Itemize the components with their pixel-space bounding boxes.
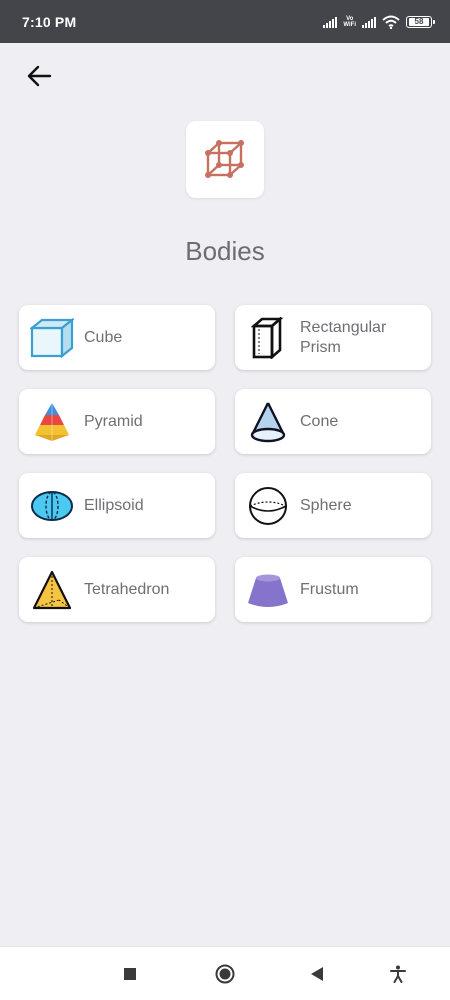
arrow-left-icon bbox=[27, 65, 52, 87]
circle-icon bbox=[215, 964, 235, 984]
body-label: Ellipsoid bbox=[84, 496, 144, 514]
body-card-cube[interactable]: Cube bbox=[19, 305, 215, 370]
vowifi-label-wifi: WiFi bbox=[343, 21, 356, 28]
pyramid-icon bbox=[30, 400, 74, 444]
vowifi-icon: Vo WiFi bbox=[343, 16, 356, 28]
signal-icon bbox=[323, 16, 338, 28]
body-label: Sphere bbox=[300, 496, 352, 514]
frustum-icon bbox=[246, 568, 290, 612]
page-title: Bodies bbox=[185, 236, 265, 266]
recents-button[interactable] bbox=[110, 947, 150, 1000]
body-card-tetrahedron[interactable]: Tetrahedron bbox=[19, 557, 215, 622]
status-time: 7:10 PM bbox=[22, 13, 77, 30]
body-card-ellipsoid[interactable]: Ellipsoid bbox=[19, 473, 215, 538]
body-card-rectangular-prism[interactable]: Rectangular Prism bbox=[235, 305, 431, 370]
status-icons: Vo WiFi 58 bbox=[323, 15, 435, 29]
body-label: Pyramid bbox=[84, 412, 143, 430]
back-nav-button[interactable] bbox=[297, 947, 337, 1000]
square-icon bbox=[124, 968, 136, 980]
status-bar: 7:10 PM Vo WiFi 58 bbox=[0, 0, 450, 43]
wireframe-cube-icon bbox=[205, 139, 244, 178]
sphere-icon bbox=[246, 484, 290, 528]
body-label: Rectangular Prism bbox=[300, 318, 387, 356]
rectangular-prism-icon bbox=[246, 316, 290, 360]
body-card-cone[interactable]: Cone bbox=[235, 389, 431, 454]
tetrahedron-icon bbox=[30, 568, 74, 612]
bodies-grid: Cube Rectangular Prism Pyramid Cone Elli… bbox=[19, 305, 431, 622]
system-nav-bar bbox=[0, 946, 450, 1000]
body-card-frustum[interactable]: Frustum bbox=[235, 557, 431, 622]
category-icon-box bbox=[186, 121, 264, 198]
wifi-icon bbox=[382, 15, 400, 29]
battery-icon: 58 bbox=[406, 15, 435, 28]
ellipsoid-icon bbox=[30, 484, 74, 528]
body-label: Tetrahedron bbox=[84, 580, 170, 598]
cube-icon bbox=[30, 316, 74, 360]
battery-level: 58 bbox=[409, 17, 429, 26]
body-card-pyramid[interactable]: Pyramid bbox=[19, 389, 215, 454]
accessibility-button[interactable] bbox=[378, 947, 418, 1000]
home-button[interactable] bbox=[205, 947, 245, 1000]
body-label: Cube bbox=[84, 328, 123, 346]
accessibility-icon bbox=[390, 965, 406, 983]
signal-icon-2 bbox=[362, 16, 376, 28]
cone-icon bbox=[246, 400, 290, 444]
body-label: Cone bbox=[300, 412, 339, 430]
triangle-back-icon bbox=[311, 967, 323, 981]
back-button[interactable] bbox=[22, 60, 56, 92]
body-label: Frustum bbox=[300, 580, 359, 598]
body-card-sphere[interactable]: Sphere bbox=[235, 473, 431, 538]
